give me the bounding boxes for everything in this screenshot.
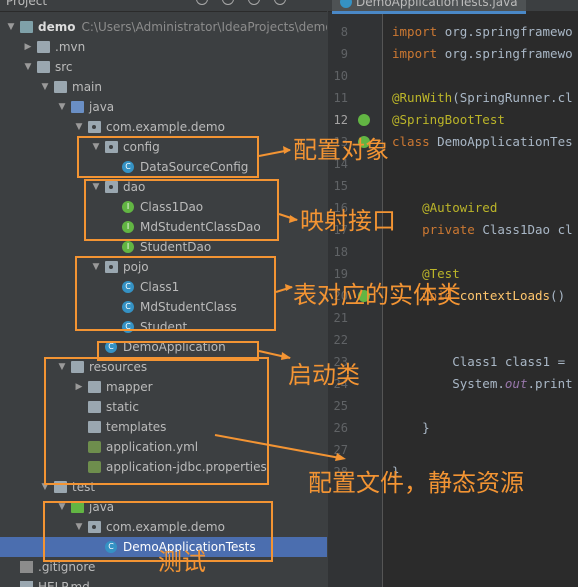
code-line: Class1 class1 =	[392, 351, 565, 373]
line-number: 15	[333, 179, 348, 193]
code-line: @RunWith(SpringRunner.cl	[392, 87, 573, 109]
tree-item[interactable]: ▶ .mvn	[0, 37, 327, 57]
code-line: import org.springframewo	[392, 21, 573, 43]
code-token: out	[504, 376, 528, 391]
package-icon	[88, 121, 101, 133]
editor-tab-label: DemoApplicationTests.java	[356, 0, 518, 9]
tree-item[interactable]: HELP.md	[0, 577, 327, 587]
project-panel-title[interactable]: Project	[6, 0, 47, 8]
code-token: @Autowired	[392, 200, 498, 215]
code-token: System.	[392, 376, 505, 391]
git-file-icon	[20, 561, 33, 573]
tree-item-label: HELP.md	[38, 580, 90, 587]
tree-item-label: .mvn	[55, 40, 86, 54]
resources-highlight-box	[44, 357, 269, 485]
code-token: @Test	[392, 266, 460, 281]
code-line: import org.springframewo	[392, 43, 573, 65]
code-line: @SpringBootTest	[392, 109, 505, 131]
tree-item[interactable]: ▼ demo C:\Users\Administrator\IdeaProjects…	[0, 17, 327, 37]
code-token: org.springframewo	[444, 46, 573, 61]
code-token: import	[392, 46, 445, 61]
chevron-down-icon[interactable]: ▼	[74, 117, 84, 137]
line-number: 22	[333, 333, 348, 347]
code-token: DemoApplicationTes	[437, 134, 573, 149]
line-number: 26	[333, 421, 348, 435]
interface-icon: I	[122, 241, 134, 253]
tree-item[interactable]: ▼ main	[0, 77, 327, 97]
spring-bean-icon[interactable]	[358, 114, 370, 126]
code-line: }	[392, 417, 430, 439]
dao-highlight-box	[84, 179, 279, 241]
tree-item-label: com.example.demo	[106, 120, 225, 134]
project-panel-header: Project	[0, 0, 327, 12]
note-config-static: 配置文件，静态资源	[308, 469, 524, 497]
code-token: private	[392, 222, 483, 237]
note-config-object: 配置对象	[293, 136, 389, 164]
note-test: 测试	[158, 548, 206, 576]
line-number: 27	[333, 443, 348, 457]
project-path: C:\Users\Administrator\IdeaProjects\demo	[81, 20, 327, 34]
gear-icon[interactable]	[248, 0, 260, 5]
source-folder-icon	[71, 101, 84, 113]
folder-icon	[37, 41, 50, 53]
line-number: 9	[340, 47, 348, 61]
tree-item[interactable]: ▼ src	[0, 57, 327, 77]
code-token: org.springframewo	[444, 24, 573, 39]
editor-tab-bar: DemoApplicationTests.java	[328, 0, 578, 14]
tree-item[interactable]: ▼ com.example.demo	[0, 117, 327, 137]
code-token: contextLoads	[459, 288, 551, 303]
line-number: 25	[333, 399, 348, 413]
minimize-icon[interactable]	[274, 0, 286, 5]
code-line: System.out.print	[392, 373, 573, 395]
md-file-icon	[20, 581, 33, 587]
equalizer-icon[interactable]	[222, 0, 234, 5]
module-folder-icon	[20, 21, 33, 33]
note-startup-class: 启动类	[288, 361, 360, 389]
code-token: ()	[550, 288, 566, 303]
chevron-down-icon[interactable]: ▼	[57, 97, 67, 117]
code-token: @SpringBootTest	[392, 112, 505, 127]
tree-item-label: demo C:\Users\Administrator\IdeaProjects\…	[38, 17, 327, 37]
code-token: class	[392, 134, 438, 149]
line-number: 21	[333, 311, 348, 325]
code-token: @RunWith	[392, 90, 453, 105]
project-panel-toolbar	[196, 0, 286, 5]
config-highlight-box	[77, 136, 259, 178]
tree-item-label: main	[72, 80, 102, 94]
globe-icon[interactable]	[196, 0, 208, 5]
tree-item-label: java	[89, 100, 115, 114]
editor-tab[interactable]: DemoApplicationTests.java	[332, 0, 526, 14]
code-line: private Class1Dao cl	[392, 219, 573, 241]
chevron-down-icon[interactable]: ▼	[40, 77, 50, 97]
code-token: }	[392, 420, 430, 435]
line-number: 10	[333, 69, 348, 83]
chevron-right-icon[interactable]: ▶	[23, 37, 33, 57]
line-number: 8	[340, 25, 348, 39]
code-token: import	[392, 24, 445, 39]
line-number: 18	[333, 245, 348, 259]
note-mapper-interface: 映射接口	[300, 207, 396, 235]
line-number: 11	[333, 91, 348, 105]
note-table-entity: 表对应的实体类	[293, 281, 461, 309]
chevron-down-icon[interactable]: ▼	[23, 57, 33, 77]
code-token: (SpringRunner.cl	[452, 90, 573, 105]
code-line: class DemoApplicationTes	[392, 131, 573, 153]
code-token: Class1Dao cl	[482, 222, 573, 237]
java-class-icon	[340, 0, 352, 8]
chevron-down-icon[interactable]: ▼	[6, 17, 16, 37]
code-line: @Autowired	[392, 197, 497, 219]
line-number: 12	[333, 113, 348, 127]
pojo-highlight-box	[75, 256, 276, 331]
tree-item-label: src	[55, 60, 73, 74]
tree-item[interactable]: ▼ java	[0, 97, 327, 117]
code-token: .print	[527, 376, 573, 391]
folder-icon	[54, 81, 67, 93]
folder-icon	[37, 61, 50, 73]
code-token: Class1 class1 =	[392, 354, 566, 369]
